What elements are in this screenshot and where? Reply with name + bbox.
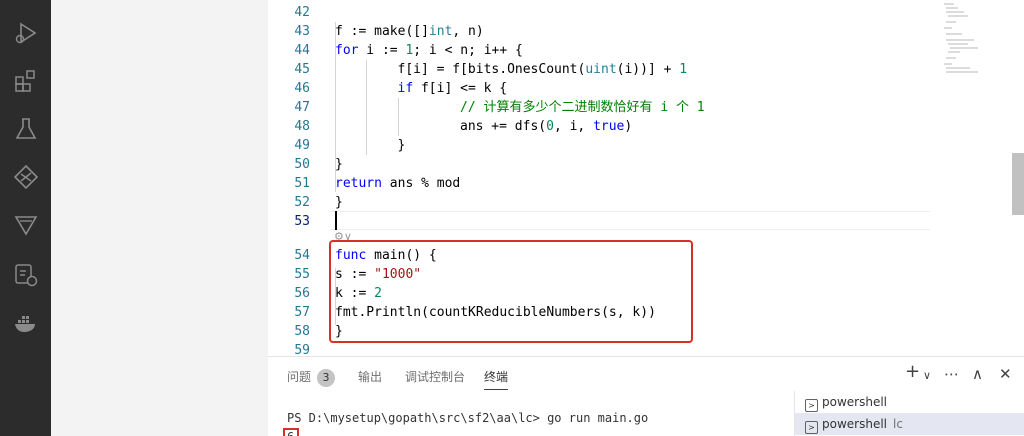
code-line: 43 f := make([]int, n) <box>294 24 484 39</box>
side-panel <box>51 0 268 436</box>
code-editor[interactable]: 42 43 f := make([]int, n) 44 for i := 1; i… <box>268 0 1024 356</box>
terminal-instance[interactable]: > powershell lc <box>795 413 1024 435</box>
deploy-icon[interactable] <box>13 212 39 238</box>
code-line: 52} <box>294 195 343 210</box>
activity-bar <box>0 0 51 436</box>
editor-scrollbar-thumb[interactable] <box>1012 153 1024 215</box>
code-line: 45 f[i] = f[bits.OnesCount(uint(i))] + 1 <box>294 62 688 77</box>
code-line: 47 // 计算有多少个二进制数恰好有 i 个 1 <box>294 100 705 115</box>
terminal-command-line[interactable]: PS D:\mysetup\gopath\src\sf2\aa\lc> go r… <box>287 411 648 425</box>
code-line: 49 } <box>294 138 406 153</box>
code-line: 51 return ans % mod <box>294 176 461 191</box>
code-line: 44 for i := 1; i < n; i++ { <box>294 43 523 58</box>
minimap[interactable] <box>938 0 998 80</box>
code-line: 59 <box>294 343 310 356</box>
terminal-output: 6 <box>283 428 299 436</box>
tab-output[interactable]: 输出 <box>358 368 382 385</box>
tab-terminal[interactable]: 终端 <box>484 368 509 390</box>
remote-explorer-icon[interactable] <box>13 262 39 288</box>
code-line: 48 ans += dfs(0, i, true) <box>294 119 633 134</box>
terminal-list: > powershell > powershell lc <box>794 391 1024 436</box>
code-line: 46 if f[i] <= k { <box>294 81 508 96</box>
code-line: 42 <box>294 5 310 20</box>
maximize-panel-icon[interactable]: ∧ <box>972 365 983 383</box>
extensions-icon[interactable] <box>13 68 39 94</box>
terminal-dropdown-icon[interactable]: ∨ <box>923 369 931 382</box>
terminal-icon: > <box>805 399 818 412</box>
more-actions-icon[interactable]: ⋯ <box>944 365 959 383</box>
terminal-icon: > <box>805 421 818 434</box>
bottom-panel: 问题 3 输出 调试控制台 终端 + ∨ ⋯ ∧ ✕ PS D:\mysetup\… <box>268 356 1024 436</box>
code-line: 50} <box>294 157 343 172</box>
tab-debug-console[interactable]: 调试控制台 <box>405 368 465 385</box>
close-panel-icon[interactable]: ✕ <box>999 365 1012 383</box>
docker-icon[interactable] <box>13 310 39 336</box>
tab-problems[interactable]: 问题 3 <box>287 368 336 387</box>
testing-icon[interactable] <box>13 116 39 142</box>
run-debug-icon[interactable] <box>13 20 39 46</box>
terminal-instance[interactable]: > powershell <box>795 391 1024 413</box>
code-line: 53 <box>294 214 310 229</box>
new-terminal-plus-icon[interactable]: + <box>905 361 920 382</box>
git-graph-icon[interactable] <box>13 164 39 190</box>
problems-count-badge: 3 <box>317 369 336 387</box>
annotation-highlight-box <box>329 240 693 343</box>
